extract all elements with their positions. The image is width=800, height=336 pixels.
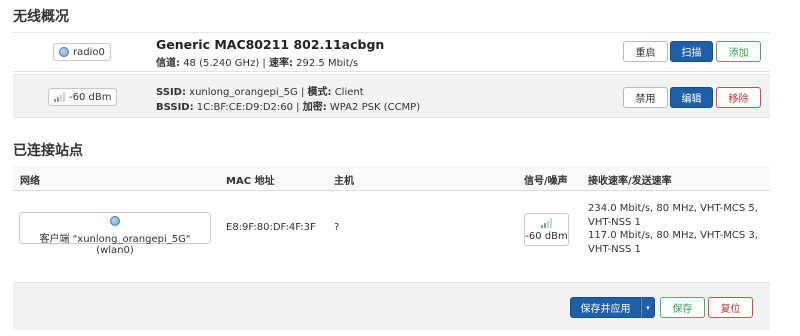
save-apply-button[interactable]: 保存并应用	[570, 297, 641, 318]
stations-title: 已连接站点	[13, 143, 83, 159]
channel-value: 48 (5.240 GHz)	[183, 58, 260, 69]
add-button[interactable]: 添加	[716, 41, 761, 62]
bssid-line: BSSID: 1C:BF:CE:D9:D2:60 | 加密: WPA2 PSK …	[156, 102, 421, 113]
rate-line: 234.0 Mbit/s, 80 MHz, VHT-MCS 5,	[588, 203, 758, 214]
column-host: 主机	[334, 176, 354, 187]
station-mac: E8:9F:80:DF:4F:3F	[226, 222, 316, 233]
reset-button[interactable]: 复位	[708, 297, 753, 318]
station-network-badge: 客户端 "xunlong_orangepi_5G" (wlan0)	[19, 212, 211, 256]
column-signal: 信号/噪声	[524, 176, 568, 187]
signal-bars-icon	[54, 92, 65, 102]
ssid-label: SSID:	[156, 87, 186, 98]
signal-bars-icon	[541, 218, 552, 228]
action-footer: 保存并应用 ▾ 保存 复位	[13, 282, 770, 330]
save-button[interactable]: 保存	[660, 297, 705, 318]
station-rates: 234.0 Mbit/s, 80 MHz, VHT-MCS 5, VHT-NSS…	[588, 202, 768, 256]
mode-value: Client	[334, 87, 364, 98]
rate-label: 速率:	[268, 58, 293, 69]
disable-button[interactable]: 禁用	[623, 87, 668, 108]
scan-button[interactable]: 扫描	[670, 41, 713, 62]
rate-line: 117.0 Mbit/s, 80 MHz, VHT-MCS 3,	[588, 230, 758, 241]
mode-label: 模式:	[307, 87, 332, 98]
station-host: ?	[334, 222, 340, 233]
bssid-value: 1C:BF:CE:D9:D2:60	[196, 102, 293, 113]
wireless-overview-title: 无线概况	[13, 9, 69, 25]
restart-button[interactable]: 重启	[623, 41, 668, 62]
rate-value: 292.5 Mbit/s	[296, 58, 359, 69]
radio-device-info: 信道: 48 (5.240 GHz) | 速率: 292.5 Mbit/s	[156, 58, 359, 69]
remove-button[interactable]: 移除	[716, 87, 761, 108]
wireless-network-row: -60 dBm SSID: xunlong_orangepi_5G | 模式: …	[13, 74, 770, 118]
signal-badge-label: -60 dBm	[69, 91, 112, 103]
column-mac: MAC 地址	[226, 176, 275, 187]
encryption-label: 加密:	[302, 102, 327, 113]
wireless-globe-icon	[59, 47, 69, 57]
channel-label: 信道:	[156, 58, 180, 69]
radio-device-name: Generic MAC80211 802.11acbgn	[156, 37, 385, 52]
edit-button[interactable]: 编辑	[670, 87, 713, 108]
station-signal-value: -60 dBm	[525, 231, 568, 242]
column-rates: 接收速率/发送速率	[588, 176, 672, 187]
ssid-value: xunlong_orangepi_5G	[189, 87, 298, 98]
station-signal-badge: -60 dBm	[524, 213, 569, 246]
save-apply-dropdown-icon[interactable]: ▾	[641, 297, 655, 318]
radio-device-row: radio0 Generic MAC80211 802.11acbgn 信道: …	[13, 32, 770, 72]
table-row: 客户端 "xunlong_orangepi_5G" (wlan0) E8:9F:…	[13, 191, 770, 266]
station-network-label: 客户端 "xunlong_orangepi_5G" (wlan0)	[39, 234, 191, 256]
rate-line: VHT-NSS 1	[588, 243, 641, 255]
column-network: 网络	[20, 176, 40, 187]
signal-badge: -60 dBm	[48, 88, 118, 106]
radio-badge: radio0	[53, 43, 111, 61]
radio-badge-label: radio0	[73, 46, 105, 58]
encryption-value: WPA2 PSK (CCMP)	[329, 102, 421, 113]
bssid-label: BSSID:	[156, 102, 194, 113]
ssid-line: SSID: xunlong_orangepi_5G | 模式: Client	[156, 87, 364, 98]
rate-line: VHT-NSS 1	[588, 216, 641, 228]
stations-table-header: 网络 MAC 地址 主机 信号/噪声 接收速率/发送速率	[13, 165, 770, 191]
wireless-globe-icon	[110, 216, 120, 226]
